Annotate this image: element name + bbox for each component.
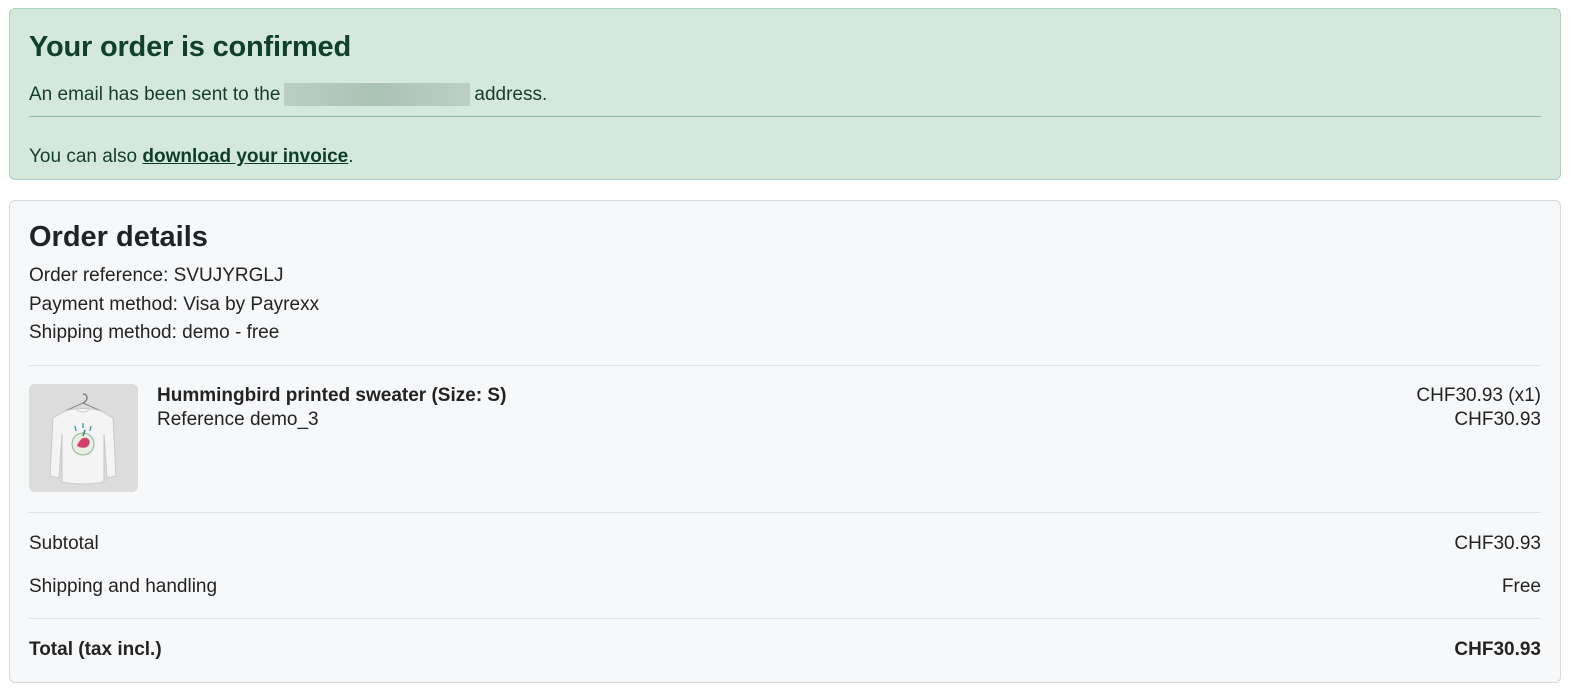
subtotal-value: CHF30.93 bbox=[1454, 533, 1541, 554]
email-message-prefix: An email has been sent to the bbox=[29, 83, 281, 105]
product-image[interactable] bbox=[29, 384, 138, 492]
shipping-value: Free bbox=[1501, 576, 1541, 597]
shipping-label: Shipping and handling bbox=[29, 576, 218, 597]
subtotal-label: Subtotal bbox=[29, 533, 99, 554]
payment-method: Payment method: Visa by Payrexx bbox=[29, 294, 320, 315]
invoice-message: You can also download your invoice. bbox=[29, 146, 354, 168]
download-invoice-link[interactable]: download your invoice bbox=[142, 146, 348, 167]
sweater-thumbnail-icon bbox=[29, 384, 138, 492]
details-divider bbox=[29, 365, 1541, 366]
product-name: Hummingbird printed sweater (Size: S) bbox=[157, 385, 507, 406]
alert-divider bbox=[29, 116, 1541, 117]
order-details-title: Order details bbox=[29, 221, 208, 253]
invoice-message-prefix: You can also bbox=[29, 146, 138, 167]
confirmation-title: Your order is confirmed bbox=[29, 31, 351, 63]
email-message-suffix: address. bbox=[474, 83, 548, 105]
order-confirmed-alert: Your order is confirmed An email has bee… bbox=[9, 8, 1561, 180]
product-line-total: CHF30.93 bbox=[1454, 409, 1541, 430]
email-sent-message: An email has been sent to the address. bbox=[29, 83, 547, 106]
product-reference: Reference demo_3 bbox=[157, 409, 319, 430]
shipping-method: Shipping method: demo - free bbox=[29, 322, 280, 343]
total-label: Total (tax incl.) bbox=[29, 639, 162, 660]
order-details-card: Order details Order reference: SVUJYRGLJ… bbox=[9, 200, 1561, 683]
invoice-message-suffix: . bbox=[348, 146, 354, 167]
product-divider bbox=[29, 512, 1541, 513]
total-value: CHF30.93 bbox=[1454, 639, 1541, 660]
summary-divider bbox=[29, 618, 1541, 619]
redacted-email-address bbox=[284, 83, 471, 106]
order-confirmation-page: Your order is confirmed An email has bee… bbox=[0, 0, 1571, 691]
product-unit-price: CHF30.93 (x1) bbox=[1416, 385, 1541, 406]
order-reference: Order reference: SVUJYRGLJ bbox=[29, 265, 284, 286]
